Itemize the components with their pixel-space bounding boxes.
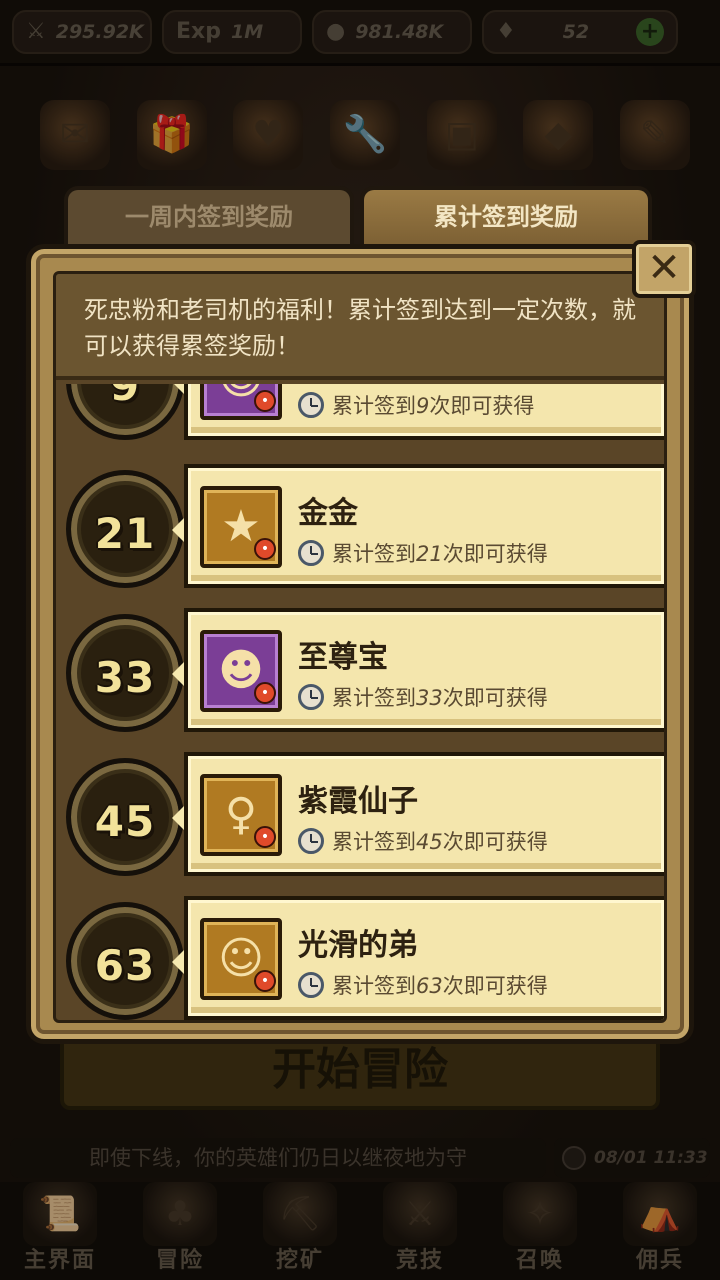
condition-suffix: 次即可获得 xyxy=(429,394,535,418)
reward-card[interactable]: ☺ • 光滑的弟 累计签到63次即可获得 xyxy=(184,896,664,1020)
list-item: 9 ☺• 累计签到9次即可获得 xyxy=(56,384,664,440)
reward-condition: 累计签到21次即可获得 xyxy=(298,538,548,568)
hero-portrait-icon: ☺• xyxy=(200,384,282,420)
signin-count: 33 xyxy=(94,653,156,702)
condition-count: 63 xyxy=(416,974,443,998)
hero-portrait-icon: ☺• xyxy=(200,918,282,1000)
reward-card[interactable]: ★ • 金金 累计签到21次即可获得 xyxy=(184,464,664,588)
list-item: 45 ♀ • 紫霞仙子 累计签到45次即可获得 xyxy=(56,752,664,876)
reward-description: 死忠粉和老司机的福利！累计签到达到一定次数，就可以获得累签奖励！ xyxy=(56,274,664,380)
tab-weekly-signin[interactable]: 一周内签到奖励 xyxy=(64,186,354,248)
hero-name: 至尊宝 xyxy=(298,640,388,675)
condition-prefix: 累计签到 xyxy=(332,686,416,710)
reward-condition: 累计签到9次即可获得 xyxy=(298,390,534,420)
hero-name: 紫霞仙子 xyxy=(298,784,418,819)
signin-count: 63 xyxy=(94,941,156,990)
dialog-content: 死忠粉和老司机的福利！累计签到达到一定次数，就可以获得累签奖励！ 9 ☺• 累计… xyxy=(53,271,667,1023)
signin-count: 21 xyxy=(94,509,156,558)
clock-icon xyxy=(298,828,324,854)
list-item: 21 ★ • 金金 累计签到21次即可获得 xyxy=(56,464,664,588)
reward-card[interactable]: ☺• 累计签到9次即可获得 xyxy=(184,384,664,440)
condition-count: 21 xyxy=(416,542,443,566)
signin-count: 9 xyxy=(109,384,141,410)
condition-prefix: 累计签到 xyxy=(332,394,416,418)
condition-prefix: 累计签到 xyxy=(332,830,416,854)
signin-count-badge: 9 xyxy=(66,384,184,440)
close-button[interactable]: ✕ xyxy=(632,240,696,298)
signin-reward-dialog: 死忠粉和老司机的福利！累计签到达到一定次数，就可以获得累签奖励！ 9 ☺• 累计… xyxy=(26,244,694,1044)
hero-tag-icon: • xyxy=(254,682,276,704)
condition-suffix: 次即可获得 xyxy=(442,974,548,998)
condition-prefix: 累计签到 xyxy=(332,974,416,998)
signin-count-badge: 45 xyxy=(66,758,184,876)
clock-icon xyxy=(298,972,324,998)
hero-tag-icon: • xyxy=(254,390,276,412)
reward-condition: 累计签到63次即可获得 xyxy=(298,970,548,1000)
hero-tag-icon: • xyxy=(254,538,276,560)
list-item: 63 ☺ • 光滑的弟 累计签到63次即可获得 xyxy=(56,896,664,1020)
hero-tag-icon: • xyxy=(254,970,276,992)
condition-count: 9 xyxy=(416,394,430,418)
condition-count: 45 xyxy=(416,830,443,854)
clock-icon xyxy=(298,540,324,566)
hero-name: 金金 xyxy=(298,496,358,531)
tab-cumulative-signin[interactable]: 累计签到奖励 xyxy=(360,186,652,248)
reward-condition: 累计签到45次即可获得 xyxy=(298,826,548,856)
clock-icon xyxy=(298,684,324,710)
condition-count: 33 xyxy=(416,686,443,710)
condition-prefix: 累计签到 xyxy=(332,542,416,566)
hero-tag-icon: • xyxy=(254,826,276,848)
condition-suffix: 次即可获得 xyxy=(442,686,548,710)
hero-name: 光滑的弟 xyxy=(298,928,418,963)
reward-card[interactable]: ♀ • 紫霞仙子 累计签到45次即可获得 xyxy=(184,752,664,876)
condition-suffix: 次即可获得 xyxy=(442,830,548,854)
signin-count-badge: 63 xyxy=(66,902,184,1020)
star-hero-portrait-icon: ★ • xyxy=(200,486,282,568)
signin-count-badge: 33 xyxy=(66,614,184,732)
hero-portrait-icon: ♀ • xyxy=(200,774,282,856)
condition-suffix: 次即可获得 xyxy=(442,542,548,566)
reward-card[interactable]: ☻ • 至尊宝 累计签到33次即可获得 xyxy=(184,608,664,732)
list-item: 33 ☻ • 至尊宝 累计签到33次即可获得 xyxy=(56,608,664,732)
clock-icon xyxy=(298,392,324,418)
hero-portrait-icon: ☻ • xyxy=(200,630,282,712)
signin-count-badge: 21 xyxy=(66,470,184,588)
signin-count: 45 xyxy=(94,797,156,846)
reward-list[interactable]: 9 ☺• 累计签到9次即可获得 21 xyxy=(56,384,664,1020)
reward-condition: 累计签到33次即可获得 xyxy=(298,682,548,712)
